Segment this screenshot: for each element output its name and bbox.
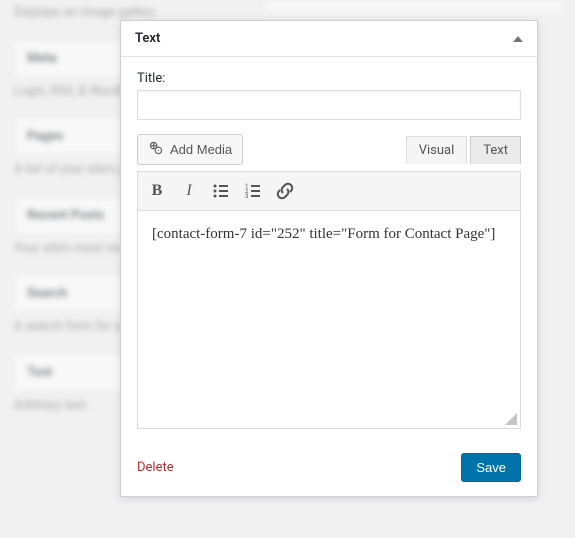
editor-tabs: Visual Text (406, 136, 521, 164)
tab-visual[interactable]: Visual (406, 136, 468, 164)
media-icon (148, 140, 164, 159)
italic-button[interactable]: I (174, 176, 204, 206)
editor-toolbar: B I 123 (138, 172, 520, 211)
bold-button[interactable]: B (142, 176, 172, 206)
link-button[interactable] (270, 176, 300, 206)
delete-link[interactable]: Delete (137, 460, 174, 475)
numbered-list-button[interactable]: 123 (238, 176, 268, 206)
add-media-label: Add Media (170, 142, 232, 157)
widget-panel: Text Title: Add Media Visual Text (120, 20, 538, 497)
svg-text:3: 3 (245, 193, 248, 200)
widget-header[interactable]: Text (121, 21, 537, 57)
collapse-icon[interactable] (513, 36, 523, 42)
editor: B I 123 [contact-form-7 id="252" title="… (137, 171, 521, 429)
title-label: Title: (137, 71, 521, 86)
resize-handle-icon[interactable] (505, 413, 517, 425)
editor-content[interactable]: [contact-form-7 id="252" title="Form for… (138, 211, 520, 411)
tab-text[interactable]: Text (470, 136, 521, 164)
add-media-button[interactable]: Add Media (137, 134, 243, 165)
title-input[interactable] (137, 90, 521, 120)
save-button[interactable]: Save (461, 453, 521, 482)
bullet-list-button[interactable] (206, 176, 236, 206)
widget-title: Text (135, 31, 160, 46)
